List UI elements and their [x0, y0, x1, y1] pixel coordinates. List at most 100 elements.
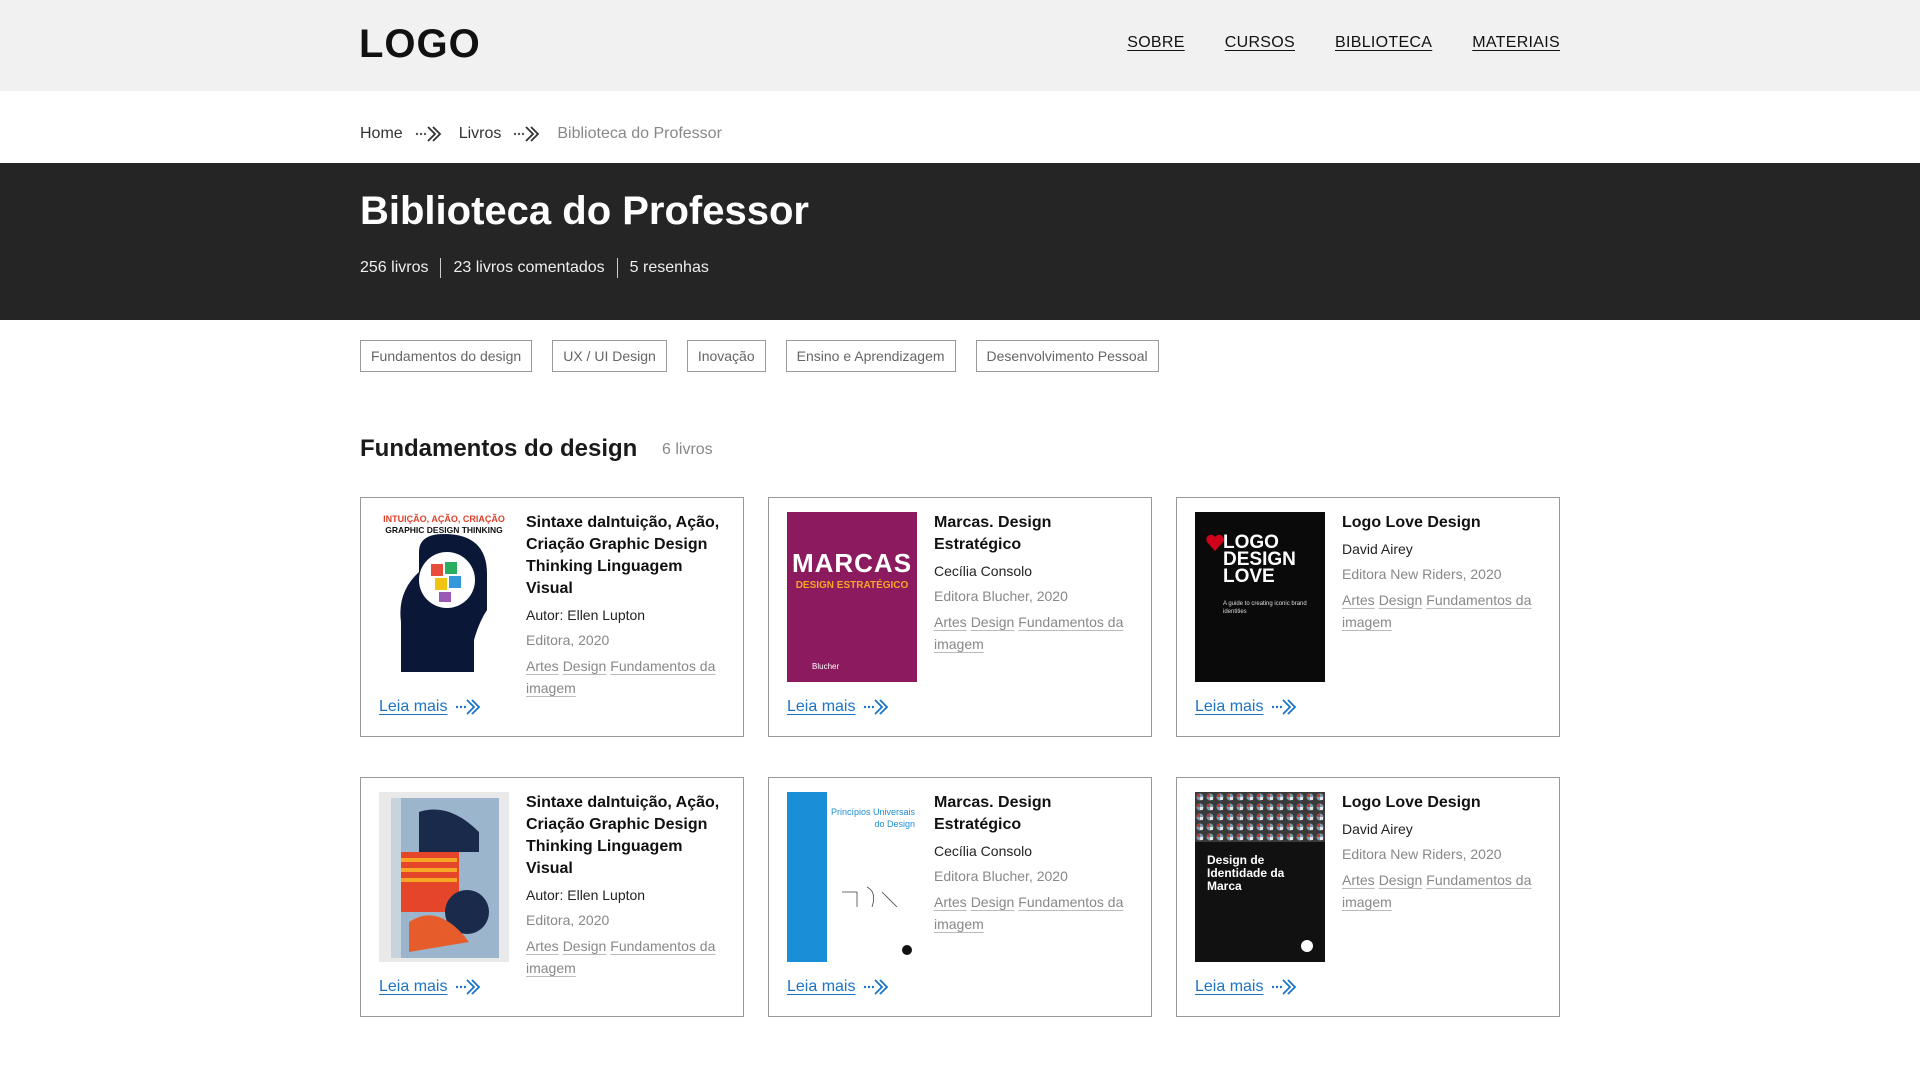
stat-books: 256 livros — [360, 259, 429, 276]
read-more-link[interactable]: Leia mais — [379, 978, 481, 996]
cover-text: MARCAS — [791, 548, 913, 578]
tag-fundamentos[interactable]: Fundamentos do design — [360, 340, 533, 372]
book-publisher: Editora New Riders, 2020 — [1342, 566, 1502, 582]
arrow-right-icon — [1272, 699, 1297, 715]
tag-ux-ui[interactable]: UX / UI Design — [552, 340, 667, 372]
book-author: Autor: Ellen Lupton — [526, 607, 646, 623]
book-author: Cecília Consolo — [934, 563, 1033, 579]
stat-commented: 23 livros comentados — [440, 258, 616, 278]
cover-illustration — [842, 886, 912, 955]
category-link[interactable]: Design — [1379, 592, 1423, 608]
read-more-label: Leia mais — [379, 978, 448, 995]
book-title[interactable]: Marcas. Design Estratégico — [934, 792, 1139, 836]
breadcrumb-arrow-icon — [415, 126, 441, 142]
book-card[interactable]: Design de Identidade da Marca Logo Love D… — [1176, 777, 1560, 1017]
book-card[interactable]: LOGO DESIGN LOVE A guide to creating iconic… — [1176, 497, 1560, 737]
tag-inovacao[interactable]: Inovação — [686, 340, 766, 372]
site-header: LOGO SOBRE CURSOS BIBLIOTECA MATERIAIS — [0, 0, 1920, 91]
read-more-link[interactable]: Leia mais — [787, 978, 889, 996]
book-title[interactable]: Logo Love Design — [1342, 792, 1547, 814]
category-link[interactable]: Design — [1379, 872, 1423, 888]
read-more-link[interactable]: Leia mais — [1195, 698, 1297, 716]
book-card[interactable]: INTUIÇÃO, AÇÃO, CRIAÇÃO GRAPHIC DESIGN TH… — [360, 497, 744, 737]
category-link[interactable]: Artes — [934, 614, 967, 630]
arrow-right-icon — [864, 699, 889, 715]
cover-text: Design de Identidade da Marca — [1207, 853, 1285, 893]
category-link[interactable]: Design — [971, 614, 1015, 630]
section-title: Fundamentos do design — [360, 435, 638, 462]
book-cover[interactable]: LOGO DESIGN LOVE A guide to creating iconic… — [1195, 512, 1325, 682]
book-categories: Artes Design Fundamentos da imagem — [526, 655, 731, 699]
cover-text: DESIGN ESTRATÉGICO — [795, 580, 909, 591]
book-categories: Artes Design Fundamentos da imagem — [934, 891, 1139, 935]
book-cover[interactable]: INTUIÇÃO, AÇÃO, CRIAÇÃO GRAPHIC DESIGN TH… — [379, 512, 509, 682]
category-filters: Fundamentos do design UX / UI Design Ino… — [360, 340, 1159, 372]
book-title[interactable]: Logo Love Design — [1342, 512, 1547, 534]
read-more-label: Leia mais — [1195, 698, 1264, 715]
book-card[interactable]: Sintaxe daIntuição, Ação, Criação Graphi… — [360, 777, 744, 1017]
book-info: Marcas. Design Estratégico Cecília Consol… — [934, 512, 1139, 655]
read-more-label: Leia mais — [787, 978, 856, 995]
book-author: David Airey — [1342, 821, 1413, 837]
breadcrumb-home[interactable]: Home — [360, 125, 403, 143]
category-link[interactable]: Design — [563, 938, 607, 954]
logo[interactable]: LOGO — [359, 22, 481, 67]
category-link[interactable]: Design — [971, 894, 1015, 910]
page-title: Biblioteca do Professor — [360, 189, 809, 233]
tag-ensino[interactable]: Ensino e Aprendizagem — [785, 340, 956, 372]
category-link[interactable]: Artes — [1342, 872, 1375, 888]
book-info: Logo Love Design David Airey Editora New R… — [1342, 512, 1547, 633]
book-cover[interactable]: Princípios Universais do Design — [787, 792, 917, 962]
hero-banner: Biblioteca do Professor 256 livros 23 li… — [0, 163, 1920, 320]
stat-reviews: 5 resenhas — [616, 258, 721, 278]
book-cover[interactable]: Design de Identidade da Marca — [1195, 792, 1325, 962]
book-card[interactable]: MARCAS DESIGN ESTRATÉGICO Blucher Marcas. D… — [768, 497, 1152, 737]
book-cover[interactable]: MARCAS DESIGN ESTRATÉGICO Blucher — [787, 512, 917, 682]
book-categories: Artes Design Fundamentos da imagem — [934, 611, 1139, 655]
cover-illustration — [391, 798, 499, 958]
read-more-label: Leia mais — [379, 698, 448, 715]
book-info: Sintaxe daIntuição, Ação, Criação Graphi… — [526, 512, 731, 699]
category-link[interactable]: Design — [563, 658, 607, 674]
breadcrumb-current: Biblioteca do Professor — [557, 125, 722, 142]
arrow-right-icon — [1272, 979, 1297, 995]
arrow-right-icon — [456, 979, 481, 995]
arrow-right-icon — [864, 979, 889, 995]
book-author: David Airey — [1342, 541, 1413, 557]
category-link[interactable]: Artes — [1342, 592, 1375, 608]
book-cover[interactable] — [379, 792, 509, 962]
book-info: Marcas. Design Estratégico Cecília Consol… — [934, 792, 1139, 935]
breadcrumb-livros[interactable]: Livros — [459, 125, 502, 143]
read-more-link[interactable]: Leia mais — [379, 698, 481, 716]
book-publisher: Editora, 2020 — [526, 912, 610, 928]
category-link[interactable]: Artes — [934, 894, 967, 910]
breadcrumb: Home Livros Biblioteca do Professor — [360, 125, 722, 143]
book-categories: Artes Design Fundamentos da imagem — [526, 935, 731, 979]
book-title[interactable]: Sintaxe daIntuição, Ação, Criação Graphi… — [526, 792, 731, 880]
arrow-right-icon — [456, 699, 481, 715]
read-more-label: Leia mais — [1195, 978, 1264, 995]
heart-icon — [1206, 534, 1224, 551]
book-publisher: Editora New Riders, 2020 — [1342, 846, 1502, 862]
cover-text: LOVE — [1223, 566, 1275, 587]
book-card[interactable]: Princípios Universais do Design Marcas. D… — [768, 777, 1152, 1017]
book-title[interactable]: Sintaxe daIntuição, Ação, Criação Graphi… — [526, 512, 731, 600]
read-more-link[interactable]: Leia mais — [787, 698, 889, 716]
book-author: Cecília Consolo — [934, 843, 1033, 859]
book-publisher: Editora Blucher, 2020 — [934, 868, 1068, 884]
category-link[interactable]: Artes — [526, 938, 559, 954]
read-more-label: Leia mais — [787, 698, 856, 715]
nav-link-cursos[interactable]: CURSOS — [1225, 34, 1295, 52]
breadcrumb-arrow-icon — [514, 126, 540, 142]
category-link[interactable]: Artes — [526, 658, 559, 674]
nav-link-materiais[interactable]: MATERIAIS — [1472, 34, 1560, 52]
read-more-link[interactable]: Leia mais — [1195, 978, 1297, 996]
book-publisher: Editora, 2020 — [526, 632, 610, 648]
tag-desenvolvimento[interactable]: Desenvolvimento Pessoal — [975, 340, 1159, 372]
book-categories: Artes Design Fundamentos da imagem — [1342, 589, 1547, 633]
nav-link-sobre[interactable]: SOBRE — [1127, 34, 1185, 52]
nav-link-biblioteca[interactable]: BIBLIOTECA — [1335, 34, 1432, 52]
book-title[interactable]: Marcas. Design Estratégico — [934, 512, 1139, 556]
book-publisher: Editora Blucher, 2020 — [934, 588, 1068, 604]
cover-text: A guide to creating iconic brand identit… — [1223, 601, 1307, 615]
